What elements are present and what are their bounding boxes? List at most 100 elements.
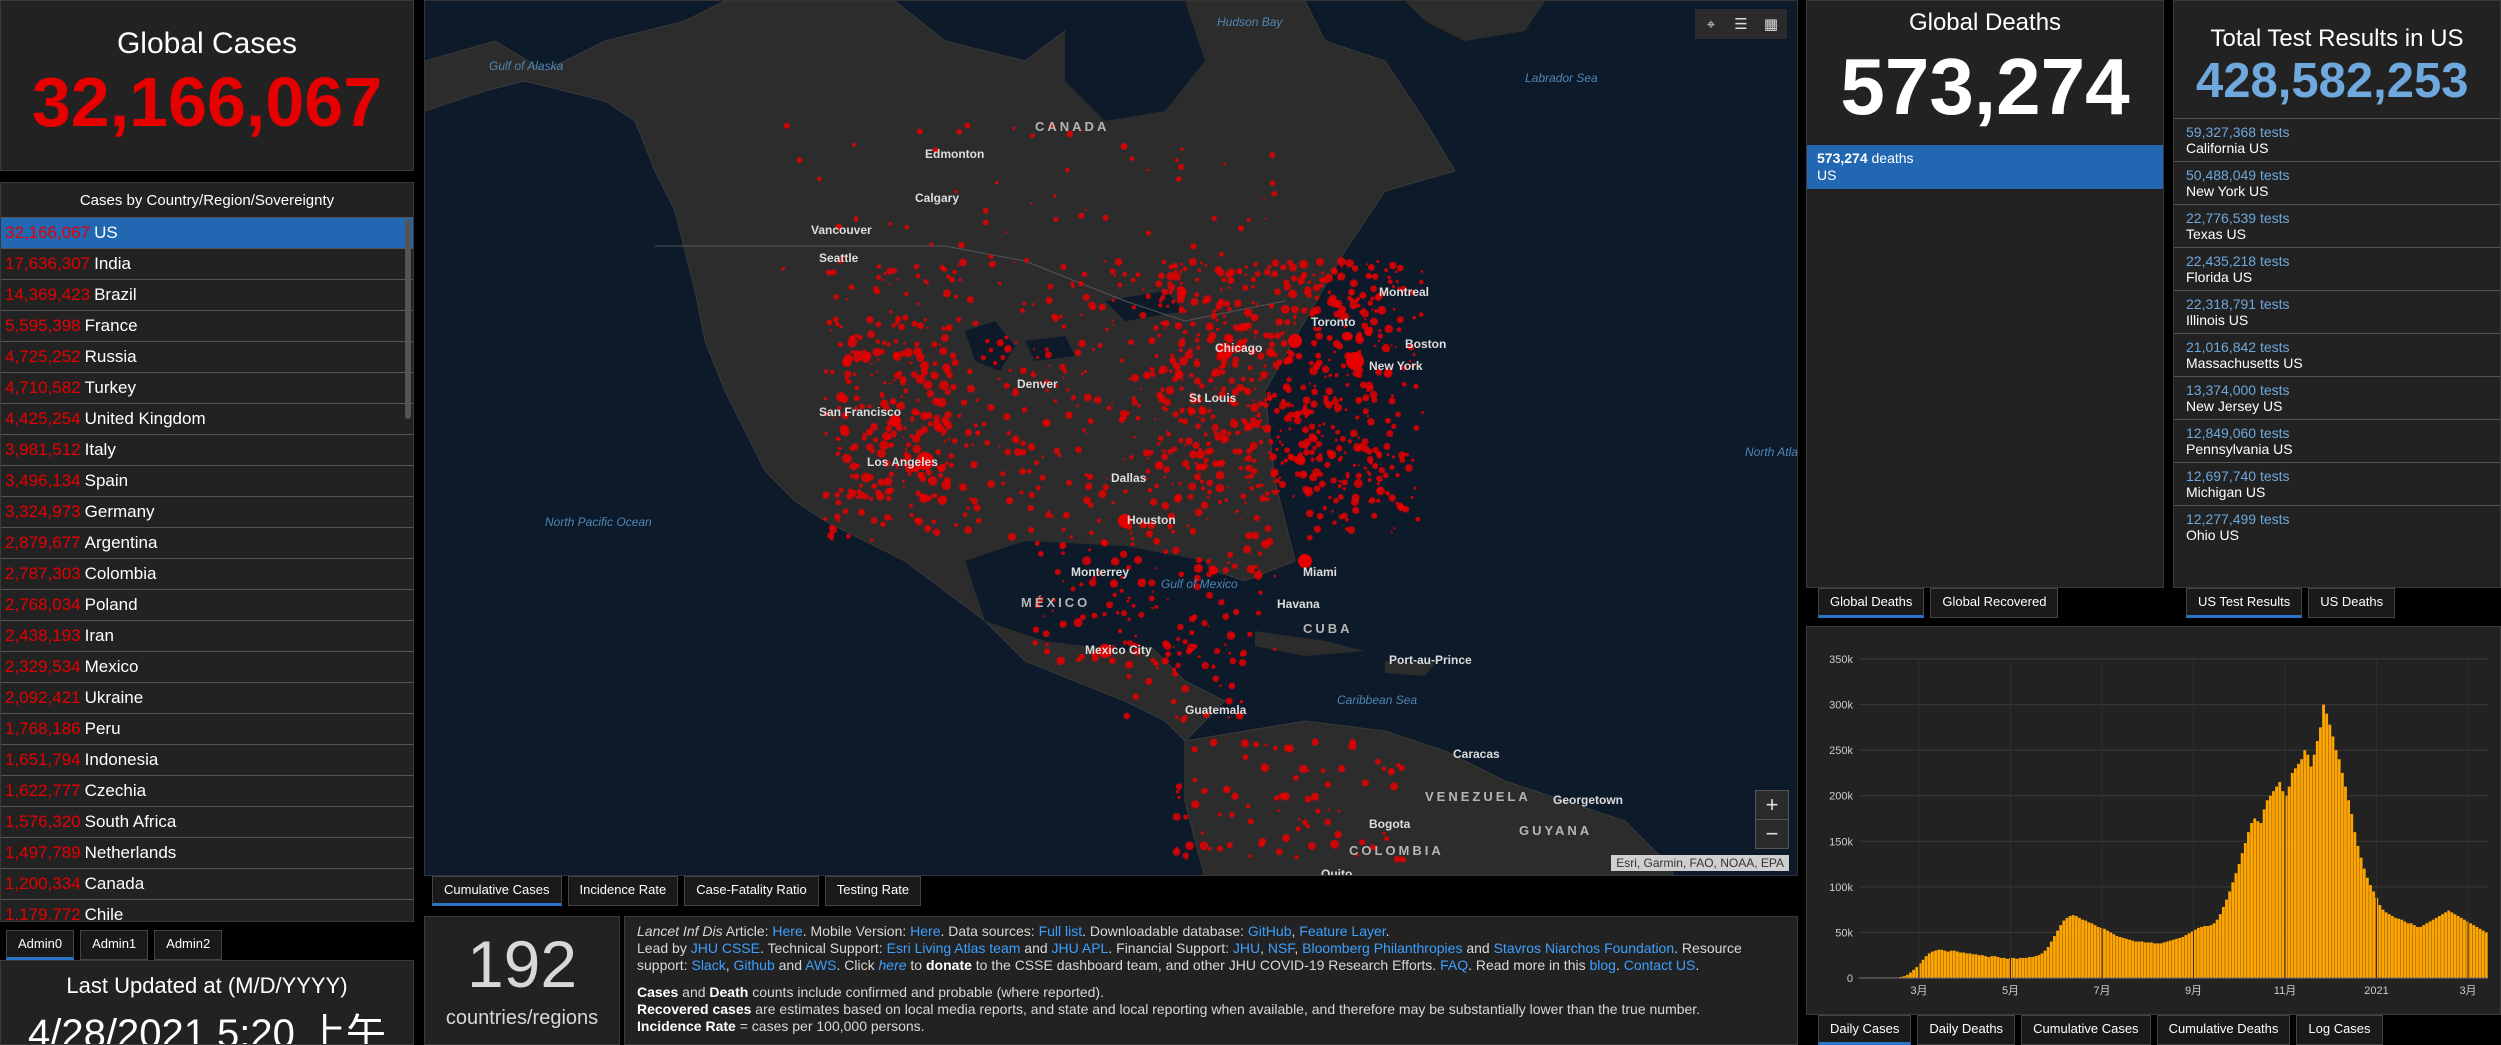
tab-cumulative-deaths[interactable]: Cumulative Deaths bbox=[2156, 1015, 2291, 1045]
case-dot bbox=[1061, 527, 1066, 532]
tab-us-test-results[interactable]: US Test Results bbox=[2186, 588, 2303, 618]
case-dot bbox=[1390, 344, 1393, 347]
case-dot bbox=[1151, 590, 1154, 593]
case-dot bbox=[1267, 451, 1272, 455]
list-item[interactable]: 17,636,307 India bbox=[1, 248, 413, 279]
daily-case-bar bbox=[2074, 916, 2078, 978]
list-item[interactable]: 1,200,334 Canada bbox=[1, 868, 413, 899]
test-result-item[interactable]: 21,016,842 tests Massachusetts US bbox=[2174, 333, 2500, 376]
jhu-link[interactable]: JHU bbox=[1233, 940, 1260, 956]
tab-daily-cases[interactable]: Daily Cases bbox=[1818, 1015, 1912, 1045]
test-result-item[interactable]: 13,374,000 tests New Jersey US bbox=[2174, 376, 2500, 419]
nsf-link[interactable]: NSF bbox=[1268, 940, 1294, 956]
tab-admin1[interactable]: Admin1 bbox=[80, 930, 149, 960]
stavros-link[interactable]: Stavros Niarchos Foundation bbox=[1494, 940, 1675, 956]
bloomberg-link[interactable]: Bloomberg Philanthropies bbox=[1302, 940, 1462, 956]
list-item[interactable]: 14,369,423 Brazil bbox=[1, 279, 413, 310]
test-result-item[interactable]: 12,849,060 tests Pennsylvania US bbox=[2174, 419, 2500, 462]
tab-testing-rate[interactable]: Testing Rate bbox=[824, 876, 922, 906]
blog-link[interactable]: blog bbox=[1589, 957, 1615, 973]
list-item[interactable]: 4,725,252 Russia bbox=[1, 341, 413, 372]
test-result-item[interactable]: 50,488,049 tests New York US bbox=[2174, 161, 2500, 204]
global-deaths-title: Global Deaths bbox=[1908, 9, 2062, 36]
list-item[interactable]: 4,710,582 Turkey bbox=[1, 372, 413, 403]
label-boston: Boston bbox=[1405, 337, 1447, 351]
list-item[interactable]: 1,622,777 Czechia bbox=[1, 775, 413, 806]
list-item[interactable]: 2,768,034 Poland bbox=[1, 589, 413, 620]
list-item[interactable]: 1,576,320 South Africa bbox=[1, 806, 413, 837]
tab-us-deaths[interactable]: US Deaths bbox=[2308, 588, 2396, 618]
list-item[interactable]: 1,179,772 Chile bbox=[1, 899, 413, 921]
test-result-item[interactable]: 12,277,499 tests Ohio US bbox=[2174, 505, 2500, 548]
legend-list-icon[interactable]: ☰ bbox=[1727, 11, 1755, 37]
esri-team-link[interactable]: Esri Living Atlas team bbox=[887, 940, 1021, 956]
map-canvas[interactable] bbox=[425, 1, 1798, 876]
test-result-item[interactable]: 22,435,218 tests Florida US bbox=[2174, 247, 2500, 290]
case-dot bbox=[1208, 377, 1214, 383]
bookmark-icon[interactable]: ⌖ bbox=[1697, 11, 1725, 37]
daily-case-bar bbox=[2178, 937, 2182, 978]
case-dot bbox=[834, 513, 841, 520]
list-scrollbar[interactable] bbox=[405, 219, 411, 419]
full-list-link[interactable]: Full list bbox=[1039, 923, 1083, 939]
case-dot bbox=[1331, 267, 1338, 273]
jhu-apl-link[interactable]: JHU APL bbox=[1052, 940, 1109, 956]
tab-cumulative-cases[interactable]: Cumulative Cases bbox=[2021, 1015, 2151, 1045]
tab-cumulative-cases[interactable]: Cumulative Cases bbox=[432, 876, 562, 906]
case-dot bbox=[939, 347, 948, 356]
list-item[interactable]: 3,324,973 Germany bbox=[1, 496, 413, 527]
mobile-link[interactable]: Here bbox=[910, 923, 940, 939]
case-dot bbox=[1032, 348, 1036, 351]
faq-link[interactable]: FAQ bbox=[1440, 957, 1468, 973]
jhu-csse-link[interactable]: JHU CSSE bbox=[691, 940, 760, 956]
test-result-item[interactable]: 22,776,539 tests Texas US bbox=[2174, 204, 2500, 247]
slack-link[interactable]: Slack bbox=[691, 957, 725, 973]
test-result-item[interactable]: 12,697,740 tests Michigan US bbox=[2174, 462, 2500, 505]
case-dot bbox=[1245, 454, 1253, 462]
test-result-item[interactable]: 22,318,791 tests Illinois US bbox=[2174, 290, 2500, 333]
list-item[interactable]: 3,981,512 Italy bbox=[1, 434, 413, 465]
zoom-out-button[interactable]: − bbox=[1756, 819, 1788, 848]
tab-log-cases[interactable]: Log Cases bbox=[2296, 1015, 2383, 1045]
tab-daily-deaths[interactable]: Daily Deaths bbox=[1917, 1015, 2016, 1045]
case-dot bbox=[1211, 368, 1221, 377]
contact-link[interactable]: Contact US bbox=[1624, 957, 1696, 973]
list-item[interactable]: 2,879,677 Argentina bbox=[1, 527, 413, 558]
test-result-item[interactable]: 59,327,368 tests California US bbox=[2174, 118, 2500, 161]
case-dot bbox=[1071, 394, 1077, 400]
tab-global-deaths[interactable]: Global Deaths bbox=[1818, 588, 1925, 618]
list-item[interactable]: 2,787,303 Colombia bbox=[1, 558, 413, 589]
article-link[interactable]: Here bbox=[772, 923, 802, 939]
tab-admin2[interactable]: Admin2 bbox=[154, 930, 223, 960]
case-dot bbox=[1190, 297, 1199, 306]
list-item[interactable]: 1,497,789 Netherlands bbox=[1, 837, 413, 868]
list-item[interactable]: 32,166,067 US bbox=[1, 217, 413, 248]
list-item[interactable]: 1,768,186 Peru bbox=[1, 713, 413, 744]
list-item[interactable]: 4,425,254 United Kingdom bbox=[1, 403, 413, 434]
list-item[interactable]: 2,092,421 Ukraine bbox=[1, 682, 413, 713]
github-link[interactable]: GitHub bbox=[1248, 923, 1292, 939]
label-port-au-prince: Port-au-Prince bbox=[1389, 653, 1472, 667]
deaths-selected-item[interactable]: 573,274 deaths US bbox=[1807, 145, 2163, 189]
case-dot bbox=[883, 271, 887, 276]
github2-link[interactable]: Github bbox=[734, 957, 775, 973]
aws-link[interactable]: AWS bbox=[805, 957, 836, 973]
tab-case-fatality-ratio[interactable]: Case-Fatality Ratio bbox=[684, 876, 819, 906]
case-dot bbox=[938, 343, 942, 346]
tab-admin0[interactable]: Admin0 bbox=[6, 930, 75, 960]
daily-case-bar bbox=[2303, 750, 2307, 978]
list-item[interactable]: 3,496,134 Spain bbox=[1, 465, 413, 496]
list-item[interactable]: 1,651,794 Indonesia bbox=[1, 744, 413, 775]
list-item[interactable]: 2,329,534 Mexico bbox=[1, 651, 413, 682]
case-dot bbox=[916, 302, 920, 306]
list-item[interactable]: 2,438,193 Iran bbox=[1, 620, 413, 651]
map-panel[interactable]: ⌖ ☰ ▦ Gulf of Alaska Hudson Bay Labrador… bbox=[424, 0, 1798, 876]
here-donate-link[interactable]: here bbox=[879, 957, 907, 973]
basemap-grid-icon[interactable]: ▦ bbox=[1757, 11, 1785, 37]
tab-incidence-rate[interactable]: Incidence Rate bbox=[567, 876, 679, 906]
tab-global-recovered[interactable]: Global Recovered bbox=[1930, 588, 2059, 618]
feature-layer-link[interactable]: Feature Layer bbox=[1299, 923, 1385, 939]
daily-case-bar bbox=[2168, 940, 2172, 978]
zoom-in-button[interactable]: + bbox=[1756, 791, 1788, 819]
list-item[interactable]: 5,595,398 France bbox=[1, 310, 413, 341]
